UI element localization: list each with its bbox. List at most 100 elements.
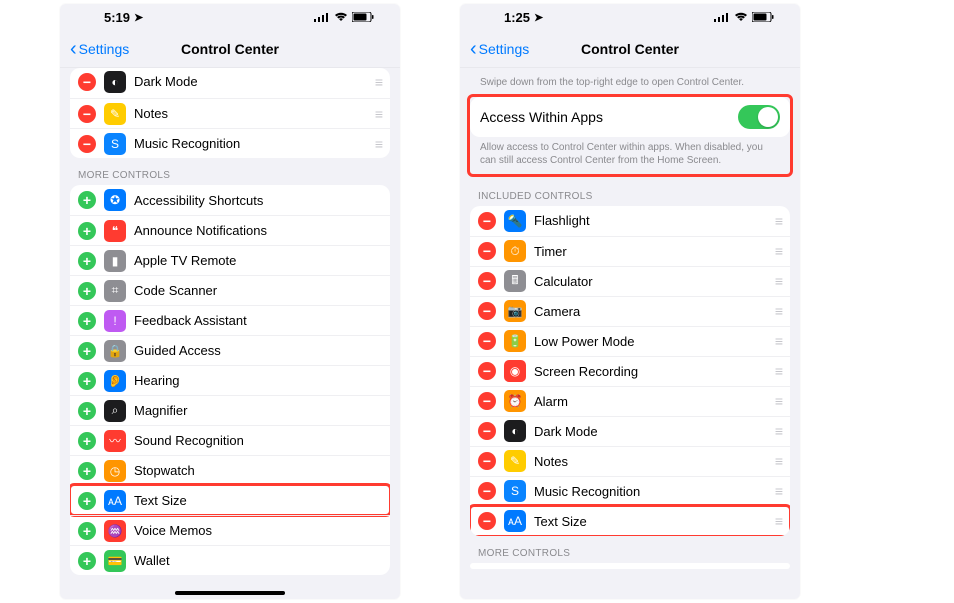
add-button[interactable] [78, 252, 96, 270]
remove-button[interactable] [478, 302, 496, 320]
status-bar: 1:25 ➤ [460, 4, 800, 30]
drag-handle-icon[interactable]: ≡ [375, 136, 382, 152]
location-icon: ➤ [534, 11, 543, 24]
app-icon: ◐ [104, 71, 126, 93]
more-controls-header: MORE CONTROLS [470, 536, 790, 563]
control-label: Calculator [534, 274, 593, 289]
drag-handle-icon[interactable]: ≡ [775, 303, 782, 319]
add-button[interactable] [78, 342, 96, 360]
control-row[interactable]: ⏰Alarm≡ [470, 386, 790, 416]
control-label: Text Size [134, 493, 187, 508]
app-icon: 🔦 [504, 210, 526, 232]
control-row[interactable]: ✎Notes≡ [70, 98, 390, 128]
add-button[interactable] [78, 552, 96, 570]
app-icon: 🔋 [504, 330, 526, 352]
remove-button[interactable] [478, 422, 496, 440]
control-row[interactable]: 🔒Guided Access [70, 335, 390, 365]
remove-button[interactable] [478, 392, 496, 410]
control-row[interactable]: 〰Sound Recognition [70, 425, 390, 455]
control-label: Apple TV Remote [134, 253, 236, 268]
content-scroll[interactable]: Swipe down from the top-right edge to op… [460, 68, 800, 599]
add-button[interactable] [78, 222, 96, 240]
chevron-left-icon: ‹ [70, 39, 77, 59]
remove-button[interactable] [78, 105, 96, 123]
drag-handle-icon[interactable]: ≡ [775, 513, 782, 529]
app-icon: 💳 [104, 550, 126, 572]
control-row[interactable]: ❝Announce Notifications [70, 215, 390, 245]
back-button[interactable]: ‹ Settings [470, 39, 529, 59]
control-label: Music Recognition [134, 136, 240, 151]
add-button[interactable] [78, 492, 96, 510]
control-row[interactable]: SMusic Recognition≡ [470, 476, 790, 506]
add-button[interactable] [78, 402, 96, 420]
control-row[interactable]: 📷Camera≡ [470, 296, 790, 326]
drag-handle-icon[interactable]: ≡ [775, 333, 782, 349]
drag-handle-icon[interactable]: ≡ [775, 483, 782, 499]
control-row[interactable]: ◐ Dark Mode ≡ [70, 68, 390, 98]
control-row[interactable]: 🖩Calculator≡ [470, 266, 790, 296]
add-button[interactable] [78, 191, 96, 209]
add-button[interactable] [78, 432, 96, 450]
control-row[interactable]: ✎Notes≡ [470, 446, 790, 476]
control-row[interactable]: ♒Voice Memos [70, 515, 390, 545]
access-within-apps-toggle[interactable] [738, 105, 780, 129]
nav-bar: ‹ Settings Control Center [460, 30, 800, 68]
drag-handle-icon[interactable]: ≡ [775, 423, 782, 439]
control-row[interactable]: ᴀAText Size≡ [470, 506, 790, 536]
control-row[interactable]: 🔋 Low Power Mode ≡ [470, 326, 790, 356]
drag-handle-icon[interactable]: ≡ [775, 273, 782, 289]
control-row[interactable]: ◐Dark Mode≡ [470, 416, 790, 446]
remove-button[interactable] [78, 73, 96, 91]
control-row[interactable]: ⌕Magnifier [70, 395, 390, 425]
control-row[interactable]: ᴀA Text Size [70, 485, 390, 515]
control-row[interactable]: 💳Wallet [70, 545, 390, 575]
control-label: Code Scanner [134, 283, 217, 298]
remove-button[interactable] [78, 135, 96, 153]
access-within-apps-row[interactable]: Access Within Apps [470, 97, 790, 137]
app-icon: ✎ [504, 450, 526, 472]
remove-button[interactable] [478, 482, 496, 500]
control-row[interactable]: 🔦Flashlight≡ [470, 206, 790, 236]
remove-button[interactable] [478, 512, 496, 530]
access-within-apps-highlight: Access Within Apps Allow access to Contr… [467, 94, 793, 177]
content-scroll[interactable]: ◐Dark Mode≡✎Notes≡SMusic Recognition≡ MO… [60, 68, 400, 585]
app-icon: 〰 [104, 430, 126, 452]
drag-handle-icon[interactable]: ≡ [375, 74, 382, 90]
remove-button[interactable] [478, 242, 496, 260]
app-icon: ! [104, 310, 126, 332]
control-label: Hearing [134, 373, 180, 388]
back-button[interactable]: ‹ Settings [70, 39, 129, 59]
drag-handle-icon[interactable]: ≡ [775, 453, 782, 469]
control-label: Dark Mode [134, 74, 198, 89]
drag-handle-icon[interactable]: ≡ [775, 243, 782, 259]
add-button[interactable] [78, 522, 96, 540]
remove-button[interactable] [478, 332, 496, 350]
control-row[interactable]: ⌗Code Scanner [70, 275, 390, 305]
control-row[interactable]: ⏱Timer≡ [470, 236, 790, 266]
drag-handle-icon[interactable]: ≡ [775, 213, 782, 229]
remove-button[interactable] [478, 452, 496, 470]
control-row[interactable]: !Feedback Assistant [70, 305, 390, 335]
control-row[interactable]: ◷Stopwatch [70, 455, 390, 485]
app-icon: ▮ [104, 250, 126, 272]
control-row[interactable]: SMusic Recognition≡ [70, 128, 390, 158]
control-label: Announce Notifications [134, 223, 267, 238]
add-button[interactable] [78, 312, 96, 330]
add-button[interactable] [78, 282, 96, 300]
control-row[interactable]: 👂Hearing [70, 365, 390, 395]
control-row[interactable]: ✪Accessibility Shortcuts [70, 185, 390, 215]
drag-handle-icon[interactable]: ≡ [775, 393, 782, 409]
remove-button[interactable] [478, 362, 496, 380]
add-button[interactable] [78, 372, 96, 390]
drag-handle-icon[interactable]: ≡ [775, 363, 782, 379]
home-indicator[interactable] [175, 591, 285, 595]
drag-handle-icon[interactable]: ≡ [375, 106, 382, 122]
add-button[interactable] [78, 462, 96, 480]
app-icon: ᴀA [104, 490, 126, 512]
control-label: Low Power Mode [534, 334, 634, 349]
app-icon: 🔒 [104, 340, 126, 362]
control-row[interactable]: ▮ Apple TV Remote [70, 245, 390, 275]
remove-button[interactable] [478, 212, 496, 230]
control-row[interactable]: ◉Screen Recording≡ [470, 356, 790, 386]
remove-button[interactable] [478, 272, 496, 290]
